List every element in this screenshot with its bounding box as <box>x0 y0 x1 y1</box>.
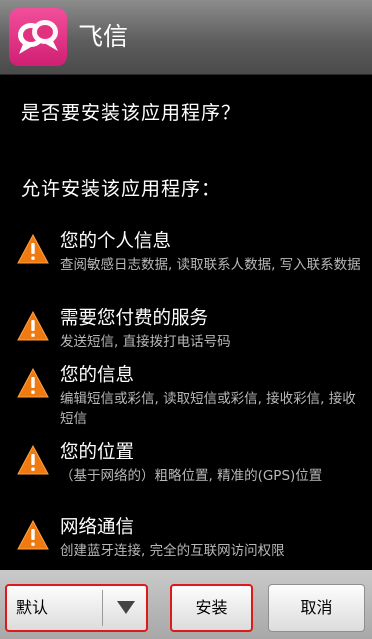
warning-icon <box>17 311 49 341</box>
permission-title: 您的位置 <box>60 442 135 463</box>
permission-description: 创建蓝牙连接, 完全的互联网访问权限 <box>60 543 285 559</box>
default-dropdown-label: 默认 <box>16 598 49 617</box>
warning-icon <box>17 368 49 398</box>
app-title: 飞信 <box>78 22 129 51</box>
dropdown-divider <box>102 590 103 626</box>
fetion-app-icon <box>9 8 67 66</box>
chevron-down-icon[interactable] <box>117 601 135 614</box>
permission-description: 查阅敏感日志数据, 读取联系人数据, 写入联系数据 <box>60 257 361 273</box>
warning-icon <box>17 520 49 550</box>
install-question: 是否要安装该应用程序？ <box>21 102 242 124</box>
permission-title: 网络通信 <box>60 517 135 538</box>
permission-description: （基于网络的）粗略位置, 精准的(GPS)位置 <box>60 468 323 484</box>
bottom-button-bar: 默认 安装 取消 <box>0 570 372 639</box>
warning-icon <box>17 234 49 264</box>
install-button[interactable]: 安装 <box>170 584 253 632</box>
permission-title: 您的信息 <box>60 365 135 386</box>
permissions-heading: 允许安装该应用程序： <box>21 178 222 200</box>
permission-description: 发送短信, 直接拨打电话号码 <box>60 334 231 350</box>
permission-title: 需要您付费的服务 <box>60 308 209 329</box>
title-bar: 飞信 <box>0 0 372 75</box>
warning-icon <box>17 445 49 475</box>
cancel-button[interactable]: 取消 <box>268 584 365 632</box>
permission-description: 编辑短信或彩信, 读取短信或彩信, 接收彩信, 接收短信 <box>60 391 356 427</box>
default-dropdown[interactable]: 默认 <box>5 584 148 632</box>
permission-title: 您的个人信息 <box>60 231 172 252</box>
